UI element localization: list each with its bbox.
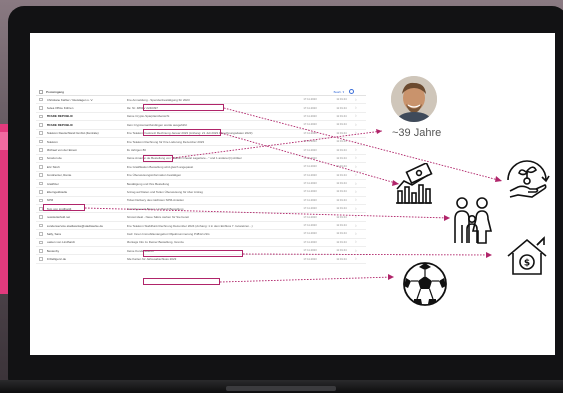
laptop-hinge [226, 386, 336, 391]
presentation-slide: Posteingang Bearb. ▾ Christiane Kahler /… [30, 33, 555, 355]
age-label: ~39 Jahre [392, 127, 442, 139]
photo-background: Posteingang Bearb. ▾ Christiane Kahler /… [0, 0, 563, 393]
person-photo-avatar [391, 76, 437, 122]
connector-lines [84, 107, 503, 283]
family-icon [450, 195, 496, 250]
money-growth-chart-icon [392, 161, 436, 212]
hand-plant-growth-icon [504, 157, 550, 208]
house-value-icon: $ [506, 236, 550, 283]
svg-text:$: $ [524, 259, 530, 269]
football-icon [402, 261, 448, 312]
